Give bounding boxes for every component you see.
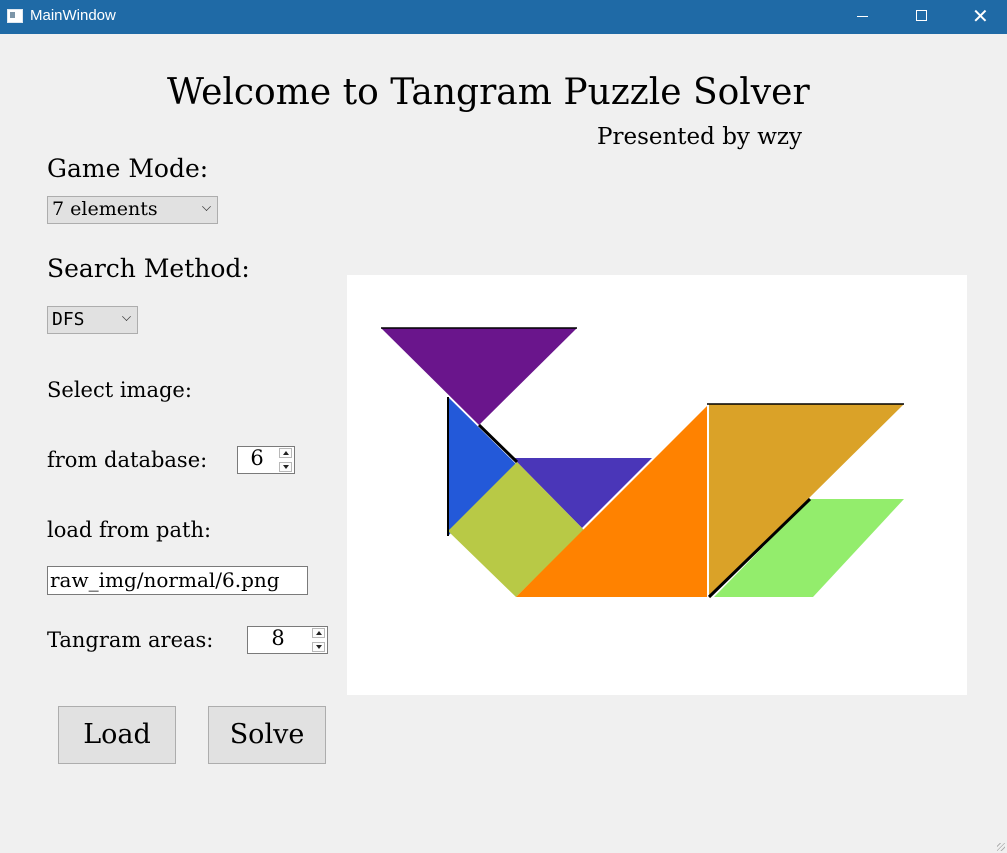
chevron-down-icon: [122, 312, 131, 321]
spin-up-arrow-icon[interactable]: [312, 628, 325, 638]
spin-down-arrow-icon[interactable]: [279, 462, 292, 472]
title-bar: MainWindow ✕: [0, 0, 1007, 34]
chevron-down-icon: [202, 202, 211, 211]
close-icon: ✕: [972, 4, 989, 28]
close-button[interactable]: ✕: [950, 0, 1007, 34]
page-title: Welcome to Tangram Puzzle Solver: [167, 72, 810, 113]
load-path-label: load from path:: [47, 518, 212, 542]
spin-up-arrow-icon[interactable]: [279, 448, 292, 458]
tangram-areas-label: Tangram areas:: [47, 628, 214, 652]
select-image-label: Select image:: [47, 378, 192, 402]
search-method-label: Search Method:: [47, 254, 250, 283]
tangram-image: [381, 327, 904, 599]
maximize-icon: [916, 10, 927, 21]
puzzle-image-canvas: [347, 275, 967, 695]
path-input[interactable]: raw_img/normal/6.png: [47, 566, 308, 595]
solve-button[interactable]: Solve: [208, 706, 326, 764]
piece-purple-large-triangle: [381, 328, 577, 425]
window-title: MainWindow: [30, 7, 116, 24]
database-value: 6: [250, 446, 264, 470]
game-mode-select[interactable]: 7 elements: [47, 196, 218, 224]
resize-grip-icon[interactable]: [997, 843, 1005, 851]
minimize-icon: [857, 16, 868, 17]
game-mode-value: 7 elements: [52, 198, 158, 220]
app-window-icon: [7, 9, 23, 23]
search-method-value: DFS: [52, 309, 85, 330]
minimize-button[interactable]: [834, 0, 892, 34]
database-spinbox[interactable]: 6: [237, 446, 295, 474]
load-button[interactable]: Load: [58, 706, 176, 764]
database-label: from database:: [47, 448, 208, 472]
tangram-areas-spinbox[interactable]: 8: [247, 626, 328, 654]
search-method-select[interactable]: DFS: [47, 306, 138, 334]
game-mode-label: Game Mode:: [47, 154, 209, 183]
page-subtitle: Presented by wzy: [597, 124, 803, 150]
tangram-areas-value: 8: [271, 626, 285, 650]
maximize-button[interactable]: [892, 0, 950, 34]
spin-down-arrow-icon[interactable]: [312, 642, 325, 652]
